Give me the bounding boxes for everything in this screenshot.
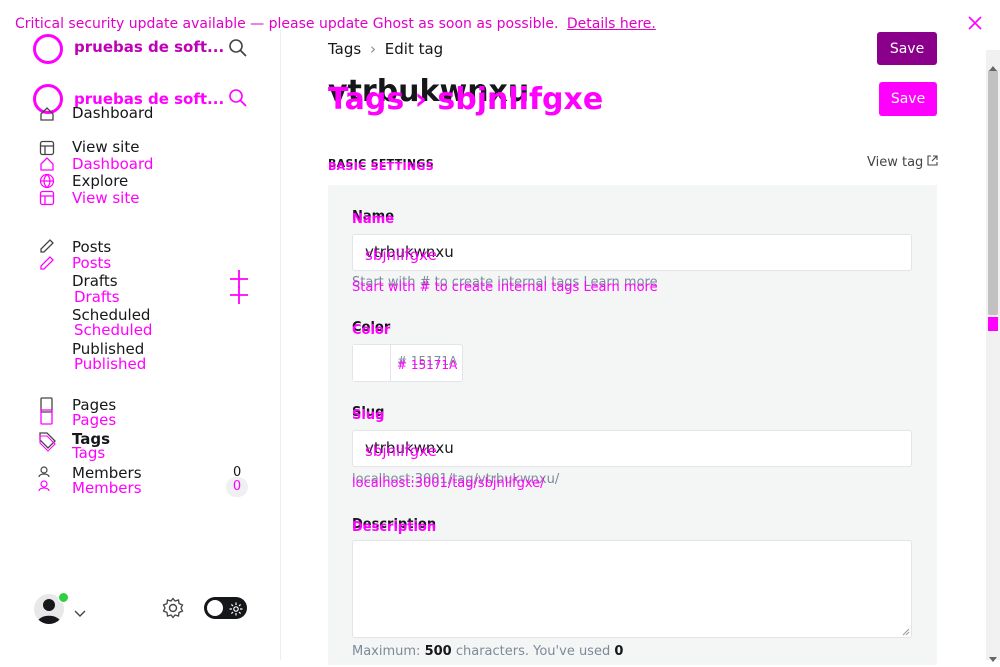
- desc-hint-prefix: Maximum:: [352, 644, 425, 659]
- tag-settings-panel: Name Name vtrbukwnxu sbjnlifgxe Start wi…: [328, 185, 937, 665]
- color-swatch[interactable]: [353, 345, 391, 381]
- description-textarea[interactable]: [352, 540, 912, 638]
- description-label-overlay: Description: [352, 520, 437, 535]
- toggle-knob: [207, 600, 223, 616]
- page-title-overlay: Tags › sbjnlifgxe: [328, 82, 604, 117]
- sun-icon: [229, 601, 243, 620]
- nav-explore[interactable]: Explore: [72, 172, 128, 190]
- page-icon: [39, 397, 55, 429]
- name-hint-overlay: Start with # to create internal tags Lea…: [352, 280, 658, 295]
- description-hint: Maximum: 500 characters. You've used 0: [352, 644, 623, 659]
- nav-tags-overlay[interactable]: Tags: [72, 444, 105, 462]
- site-logo[interactable]: [33, 34, 63, 64]
- sidebar: pruebas de soft... pruebas de soft... Da…: [0, 30, 281, 660]
- nav-view-site[interactable]: View site: [72, 138, 139, 156]
- name-value-overlay: sbjnlifgxe: [365, 246, 437, 264]
- gear-icon[interactable]: [162, 597, 184, 623]
- slug-input[interactable]: vtrbukwnxu sbjnlifgxe: [352, 430, 912, 467]
- save-button-overlay[interactable]: Save: [879, 82, 937, 116]
- name-input[interactable]: vtrbukwnxu sbjnlifgxe: [352, 234, 912, 271]
- save-button[interactable]: Save: [877, 32, 937, 65]
- members-icon: [38, 466, 56, 498]
- tag-icon: [39, 431, 57, 457]
- nav-view-site-overlay[interactable]: View site: [72, 189, 139, 207]
- close-icon[interactable]: [966, 14, 984, 32]
- external-link-icon: [927, 155, 939, 166]
- scrollbar-thumb-overlay[interactable]: [988, 317, 998, 331]
- site-title[interactable]: pruebas de soft...: [74, 38, 224, 56]
- chevron-down-icon[interactable]: [74, 603, 86, 622]
- view-tag-label: View tag: [867, 155, 924, 170]
- color-value-overlay: # 15171A: [397, 358, 458, 372]
- breadcrumb-current: Edit tag: [384, 40, 444, 58]
- scroll-down-icon[interactable]: [989, 648, 997, 667]
- banner-details-link[interactable]: Details here.: [567, 16, 656, 32]
- nav-published-overlay[interactable]: Published: [74, 355, 146, 373]
- home-icon: [39, 106, 55, 126]
- search-icon-overlay[interactable]: [228, 88, 248, 112]
- members-count-overlay: 0: [232, 479, 242, 494]
- desc-hint-mid: characters. You've used: [451, 644, 615, 659]
- basic-settings-heading-overlay: BASIC SETTINGS: [328, 160, 434, 173]
- theme-toggle[interactable]: [204, 597, 247, 619]
- nav-scheduled-overlay[interactable]: Scheduled: [74, 321, 152, 339]
- breadcrumb: Tags › Edit tag: [328, 40, 443, 58]
- view-tag-link[interactable]: View tag: [867, 155, 939, 170]
- desc-hint-used: 0: [614, 644, 624, 659]
- resize-handle-icon[interactable]: [902, 628, 910, 636]
- color-input[interactable]: # 15171A # 15171A: [352, 344, 463, 382]
- slug-url-overlay: localhost:3001/tag/sbjnlifgxe/: [352, 476, 545, 491]
- view-site-icon-overlay: [39, 190, 55, 210]
- slug-value-overlay: sbjnlifgxe: [365, 442, 437, 460]
- nav-pages-overlay[interactable]: Pages: [72, 411, 116, 429]
- nav-drafts-overlay[interactable]: Drafts: [74, 288, 120, 306]
- nav-dashboard[interactable]: Dashboard: [72, 104, 153, 122]
- color-label-overlay: Color: [352, 323, 391, 338]
- chevron-right-icon: ›: [370, 40, 376, 58]
- edit-icon-overlay: [39, 255, 55, 275]
- search-icon[interactable]: [228, 38, 248, 62]
- desc-hint-max: 500: [424, 644, 452, 659]
- breadcrumb-tags-link[interactable]: Tags: [328, 40, 361, 58]
- online-status-dot: [58, 592, 69, 603]
- nav-members-overlay[interactable]: Members: [72, 479, 142, 497]
- nav-posts-overlay[interactable]: Posts: [72, 254, 111, 272]
- name-label-overlay: Name: [352, 212, 395, 227]
- nav-dashboard-overlay[interactable]: Dashboard: [72, 155, 153, 173]
- slug-label-overlay: Slug: [352, 408, 385, 423]
- plus-icon-overlay[interactable]: [229, 285, 249, 309]
- members-count-badge: 0: [226, 477, 248, 497]
- scrollbar-thumb[interactable]: [988, 70, 998, 315]
- scroll-up-icon[interactable]: [989, 56, 997, 75]
